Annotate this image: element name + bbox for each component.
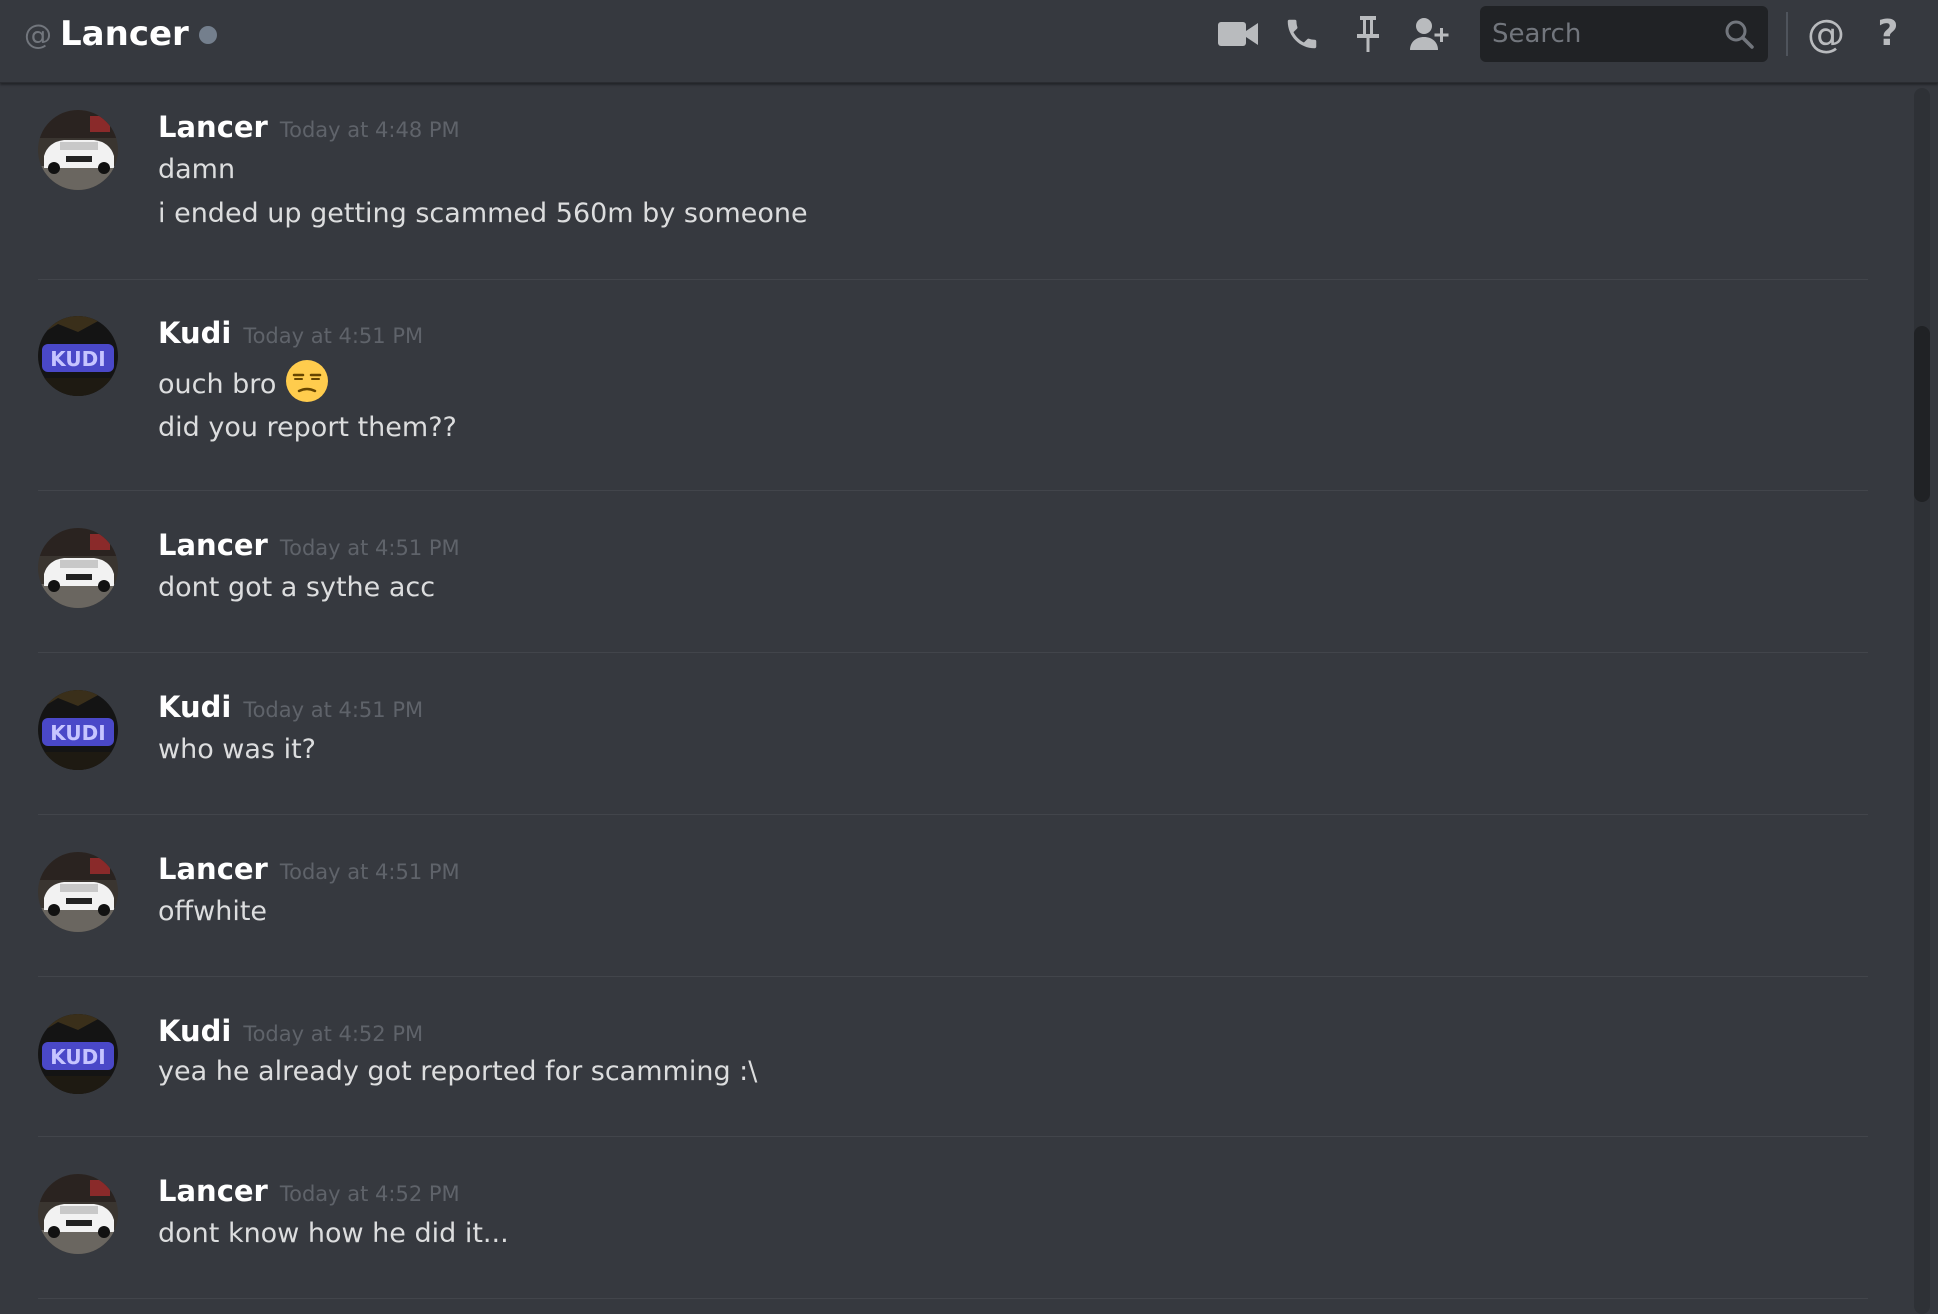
message-header: Kudi Today at 4:52 PM bbox=[158, 1014, 423, 1048]
svg-text:KUDI: KUDI bbox=[50, 1045, 105, 1069]
car-avatar[interactable] bbox=[38, 110, 118, 190]
message-text: damn bbox=[158, 154, 236, 185]
scrollbar-thumb[interactable] bbox=[1914, 326, 1930, 502]
timestamp: Today at 4:52 PM bbox=[243, 1022, 424, 1046]
message-header: Kudi Today at 4:51 PM bbox=[158, 690, 423, 724]
channel-title: @ Lancer bbox=[24, 0, 217, 68]
message-divider bbox=[38, 1136, 1868, 1137]
message-header: Lancer Today at 4:51 PM bbox=[158, 852, 460, 886]
message-text: i ended up getting scammed 560m by someo… bbox=[158, 198, 808, 229]
timestamp: Today at 4:51 PM bbox=[243, 698, 424, 722]
at-icon: @ bbox=[24, 17, 52, 51]
timestamp: Today at 4:51 PM bbox=[243, 324, 424, 348]
message-list[interactable]: Lancer Today at 4:48 PM damn i ended up … bbox=[0, 82, 1906, 1314]
help-icon[interactable]: ? bbox=[1866, 12, 1910, 56]
username[interactable]: Lancer bbox=[158, 852, 268, 886]
message-divider bbox=[38, 279, 1868, 280]
unamused-face-emoji-icon[interactable] bbox=[284, 358, 330, 411]
username[interactable]: Lancer bbox=[158, 110, 268, 144]
pin-icon[interactable] bbox=[1346, 12, 1390, 56]
message-text: yea he already got reported for scamming… bbox=[158, 1056, 758, 1087]
svg-text:KUDI: KUDI bbox=[50, 721, 105, 745]
voice-call-icon[interactable] bbox=[1280, 12, 1324, 56]
username[interactable]: Lancer bbox=[158, 528, 268, 562]
graffiti-avatar[interactable]: KUDI bbox=[38, 316, 118, 396]
graffiti-avatar[interactable]: KUDI bbox=[38, 1014, 118, 1094]
username[interactable]: Lancer bbox=[158, 1174, 268, 1208]
message-text: dont know how he did it... bbox=[158, 1218, 509, 1249]
search-input[interactable]: Search bbox=[1480, 6, 1768, 62]
message-divider bbox=[38, 814, 1868, 815]
search-placeholder: Search bbox=[1492, 19, 1582, 49]
car-avatar[interactable] bbox=[38, 528, 118, 608]
message-text-with-emoji: ouch bro bbox=[158, 358, 330, 411]
username[interactable]: Kudi bbox=[158, 1014, 231, 1048]
username[interactable]: Kudi bbox=[158, 690, 231, 724]
timestamp: Today at 4:48 PM bbox=[279, 118, 460, 142]
message-header: Lancer Today at 4:51 PM bbox=[158, 528, 460, 562]
scrollbar-track[interactable] bbox=[1914, 88, 1930, 1314]
graffiti-avatar[interactable]: KUDI bbox=[38, 690, 118, 770]
message-text: did you report them?? bbox=[158, 412, 457, 443]
timestamp: Today at 4:52 PM bbox=[279, 1182, 460, 1206]
message-text: offwhite bbox=[158, 896, 268, 927]
toolbar-divider bbox=[1786, 12, 1788, 56]
message-text: dont got a sythe acc bbox=[158, 572, 436, 603]
message-divider bbox=[38, 490, 1868, 491]
channel-header: @ Lancer Search @ ? bbox=[0, 0, 1938, 83]
message-text: who was it? bbox=[158, 734, 316, 765]
channel-name[interactable]: Lancer bbox=[60, 14, 189, 54]
car-avatar[interactable] bbox=[38, 852, 118, 932]
username[interactable]: Kudi bbox=[158, 316, 231, 350]
search-icon[interactable] bbox=[1724, 19, 1754, 49]
timestamp: Today at 4:51 PM bbox=[279, 860, 460, 884]
message-divider bbox=[38, 652, 1868, 653]
car-avatar[interactable] bbox=[38, 1174, 118, 1254]
message-divider bbox=[38, 1298, 1868, 1299]
svg-text:KUDI: KUDI bbox=[50, 347, 105, 371]
message-text: ouch bro bbox=[158, 369, 277, 400]
video-call-icon[interactable] bbox=[1216, 12, 1260, 56]
timestamp: Today at 4:51 PM bbox=[279, 536, 460, 560]
status-offline-indicator bbox=[198, 26, 217, 44]
message-divider bbox=[38, 976, 1868, 977]
add-friend-icon[interactable] bbox=[1408, 12, 1452, 56]
message-header: Lancer Today at 4:52 PM bbox=[158, 1174, 460, 1208]
mention-icon[interactable]: @ bbox=[1804, 12, 1848, 56]
message-header: Kudi Today at 4:51 PM bbox=[158, 316, 423, 350]
message-header: Lancer Today at 4:48 PM bbox=[158, 110, 460, 144]
